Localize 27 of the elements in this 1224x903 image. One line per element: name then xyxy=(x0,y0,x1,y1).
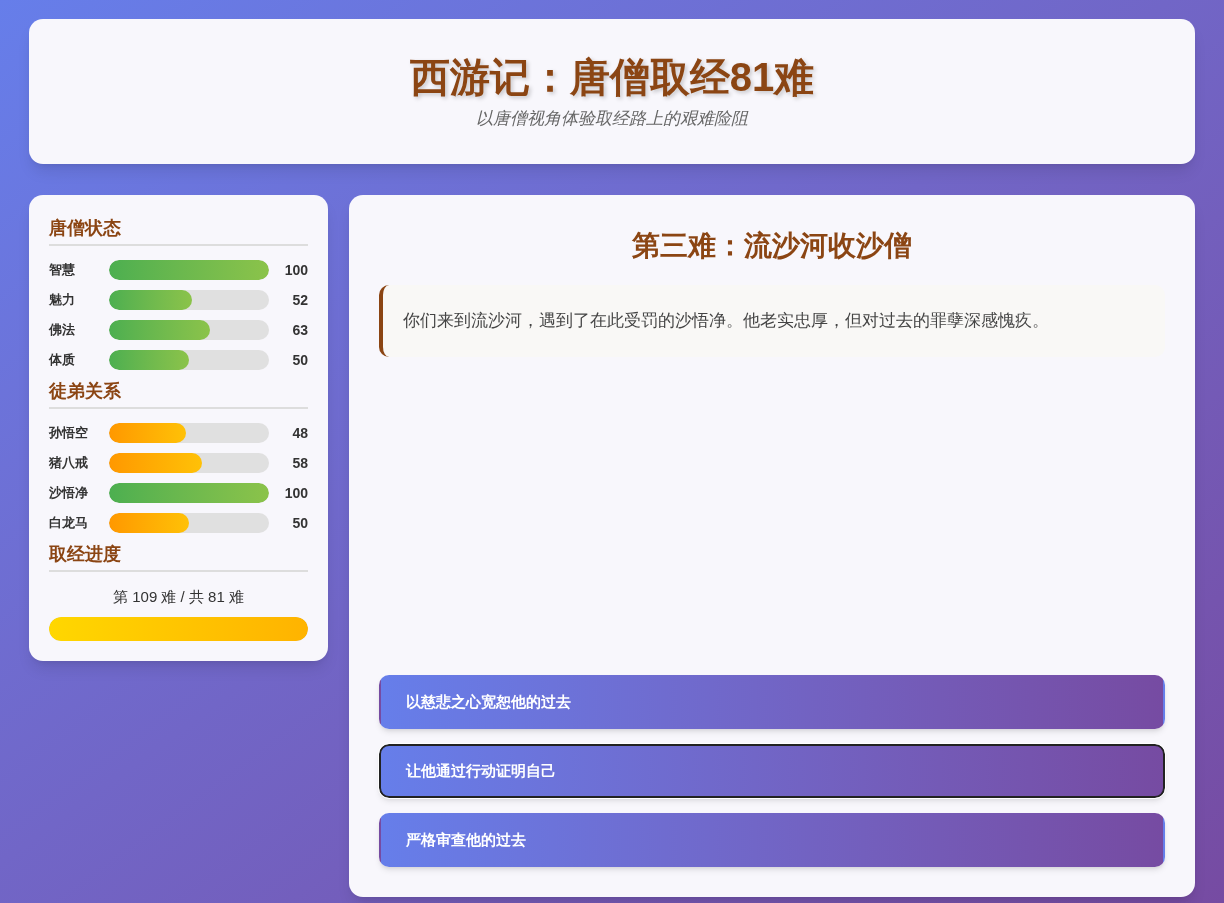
choice-button[interactable]: 以慈悲之心宽恕他的过去 xyxy=(379,675,1165,729)
stat-label: 佛法 xyxy=(49,321,76,340)
stat-label: 智慧 xyxy=(49,261,76,280)
choice-button[interactable]: 让他通过行动证明自己 xyxy=(379,744,1165,798)
stat-label: 白龙马 xyxy=(49,514,89,533)
stat-value: 50 xyxy=(291,513,308,533)
stat-label: 魅力 xyxy=(49,291,76,310)
scene-title: 第三难：流沙河收沙僧 xyxy=(631,229,913,263)
section-title: 唐僧状态 xyxy=(49,215,308,246)
stat-value: 100 xyxy=(283,260,308,280)
stat-value: 48 xyxy=(291,423,308,443)
page-subtitle: 以唐僧视角体验取经路上的艰难险阻 xyxy=(476,107,748,130)
stat-label: 猪八戒 xyxy=(49,454,89,473)
stat-value: 58 xyxy=(291,453,308,473)
page-title: 西游记：唐僧取经81难 xyxy=(409,53,815,101)
stat-label: 沙悟净 xyxy=(49,484,89,503)
story-text: 你们来到流沙河，遇到了在此受罚的沙悟净。他老实忠厚，但对过去的罪孽深感愧疚。 xyxy=(403,310,1050,332)
stat-label: 体质 xyxy=(49,351,76,370)
choice-button[interactable]: 严格审查他的过去 xyxy=(379,813,1165,867)
section-title: 取经进度 xyxy=(49,541,308,572)
section-title: 徒弟关系 xyxy=(49,378,308,409)
stat-value: 63 xyxy=(291,320,308,340)
progress-text: 第 109 难 / 共 81 难 xyxy=(112,587,245,607)
stat-value: 52 xyxy=(291,290,308,310)
stat-value: 100 xyxy=(283,483,308,503)
stat-value: 50 xyxy=(291,350,308,370)
stat-label: 孙悟空 xyxy=(49,424,89,443)
